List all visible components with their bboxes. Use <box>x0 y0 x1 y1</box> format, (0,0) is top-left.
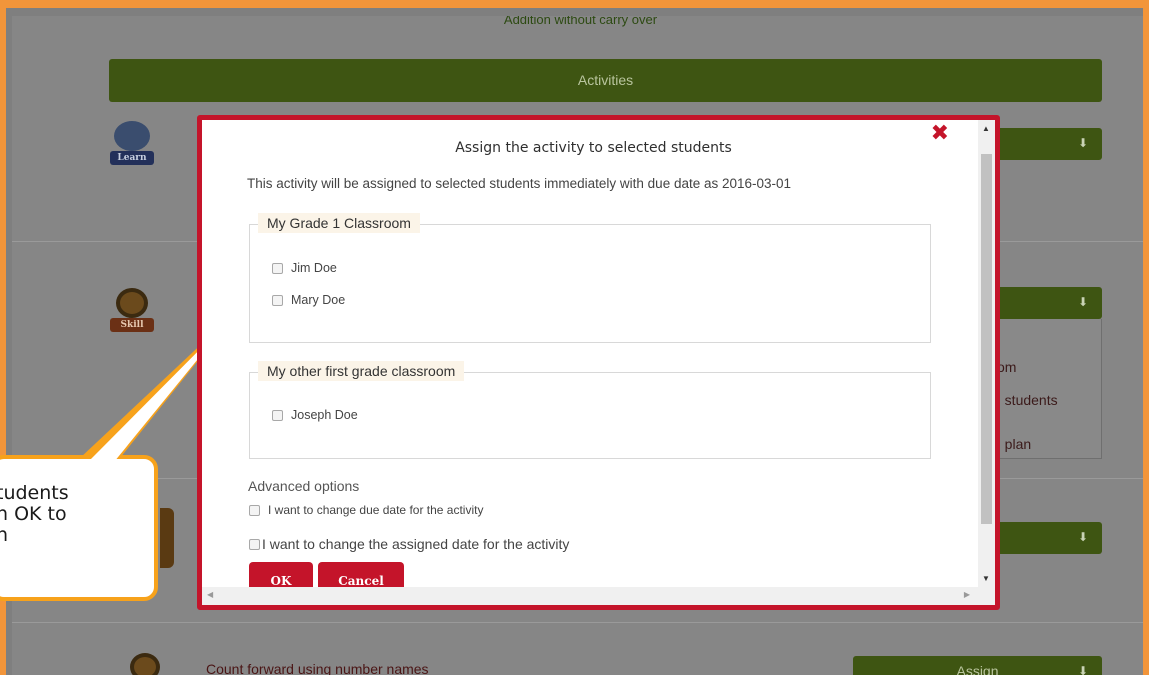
scroll-up-icon[interactable]: ▲ <box>982 124 990 133</box>
student-checkbox-mary-doe[interactable]: Mary Doe <box>272 293 345 307</box>
option-label: I want to change the assigned date for t… <box>262 536 570 552</box>
advanced-options-label: Advanced options <box>248 478 360 494</box>
student-name: Joseph Doe <box>291 408 358 422</box>
scroll-down-icon[interactable]: ▼ <box>982 574 990 583</box>
student-name: Jim Doe <box>291 261 337 275</box>
classroom-group-2: My other first grade classroom Joseph Do… <box>249 361 931 459</box>
assign-activity-dialog: ✖ Assign the activity to selected studen… <box>197 115 1000 610</box>
activity-link-count-forward[interactable]: Count forward using number names <box>206 661 429 675</box>
assign-button[interactable]: Assign ⬇ <box>853 656 1102 675</box>
dropdown-item[interactable]: d students <box>993 392 1058 408</box>
assign-dropdown-button-2[interactable]: ⬇ <box>992 287 1102 319</box>
classroom-name: My other first grade classroom <box>258 361 465 381</box>
option-label: I want to change due date for the activi… <box>268 503 484 517</box>
student-checkbox-joseph-doe[interactable]: Joseph Doe <box>272 408 358 422</box>
classroom-group-1: My Grade 1 Classroom Jim Doe Mary Doe <box>249 213 931 343</box>
assign-dropdown-button-1[interactable]: ⬇ <box>992 128 1102 160</box>
scroll-right-icon[interactable]: ▶ <box>964 590 970 599</box>
scroll-left-icon[interactable]: ◀ <box>207 590 213 599</box>
assign-button-label: Assign <box>956 663 999 675</box>
arrow-down-icon: ⬇ <box>1077 664 1088 675</box>
checkbox[interactable] <box>272 262 283 274</box>
arrow-down-icon: ⬇ <box>1077 530 1088 544</box>
arrow-down-icon: ⬇ <box>1077 136 1088 150</box>
checkbox[interactable] <box>272 409 283 421</box>
dialog-title: Assign the activity to selected students <box>455 140 732 156</box>
target-icon-graphic <box>130 653 160 675</box>
assign-dropdown-menu: om d students n plan <box>992 319 1102 459</box>
student-name: Mary Doe <box>291 293 346 307</box>
horizontal-scrollbar[interactable]: ◀ ▶ <box>202 587 995 605</box>
assign-dropdown-button-3[interactable]: ⬇ <box>992 522 1102 554</box>
dialog-description: This activity will be assigned to select… <box>247 176 792 191</box>
vertical-scrollbar[interactable]: ▲ ▼ <box>978 120 995 587</box>
row-divider <box>12 622 1143 623</box>
change-assigned-date-option[interactable]: I want to change the assigned date for t… <box>249 536 569 552</box>
checkbox[interactable] <box>249 504 260 516</box>
student-checkbox-jim-doe[interactable]: Jim Doe <box>272 261 337 275</box>
scroll-thumb[interactable] <box>981 154 992 524</box>
checkbox[interactable] <box>249 538 260 550</box>
checkbox[interactable] <box>272 294 283 306</box>
arrow-down-icon: ⬇ <box>1077 295 1088 309</box>
target-icon[interactable] <box>130 653 164 675</box>
classroom-name: My Grade 1 Classroom <box>258 213 420 233</box>
change-due-date-option[interactable]: I want to change due date for the activi… <box>249 503 483 517</box>
